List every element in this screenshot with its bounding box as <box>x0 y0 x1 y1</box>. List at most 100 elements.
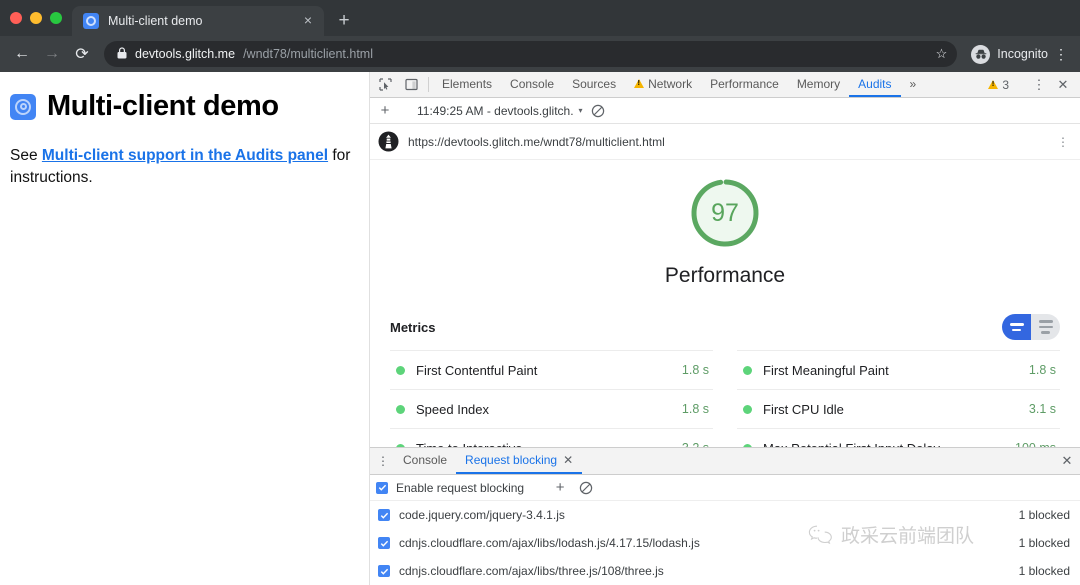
enable-request-blocking-label: Enable request blocking <box>396 481 524 495</box>
audit-report: 97 Performance Metrics <box>370 160 1080 447</box>
report-select-label: 11:49:25 AM - devtools.glitch. <box>417 104 574 118</box>
devtools-tab-performance[interactable]: Performance <box>701 72 788 97</box>
browser-tab[interactable]: Multi-client demo × <box>72 6 324 36</box>
drawer-tab-request-blocking[interactable]: Request blocking ✕ <box>456 448 582 474</box>
metric-value: 3.1 s <box>1029 402 1056 416</box>
metric-row[interactable]: First Contentful Paint 1.8 s <box>390 350 713 389</box>
devtools-tab-bar: Elements Console Sources Network Perform… <box>370 72 1080 98</box>
report-options-button[interactable]: ⋮ <box>1056 136 1070 148</box>
request-blocking-toolbar: Enable request blocking + <box>370 475 1080 501</box>
devtools-tab-elements[interactable]: Elements <box>433 72 501 97</box>
minimize-window-button[interactable] <box>30 12 42 24</box>
page-instructions: See Multi-client support in the Audits p… <box>10 145 353 190</box>
performance-category-label: Performance <box>665 264 785 288</box>
metric-name: First Contentful Paint <box>416 363 537 378</box>
summary-view-icon <box>1010 323 1024 331</box>
inspect-element-icon[interactable] <box>372 72 398 97</box>
enable-request-blocking-checkbox[interactable] <box>376 482 388 494</box>
drawer-close-button[interactable]: ✕ <box>1054 448 1080 474</box>
devtools-logo-icon <box>10 94 36 120</box>
metrics-section: Metrics First Contentful Paint 1.8 s <box>370 314 1080 447</box>
remove-all-patterns-icon[interactable] <box>579 481 593 495</box>
page-heading: Multi-client demo <box>10 90 353 123</box>
list-item[interactable]: cdnjs.cloudflare.com/ajax/libs/three.js/… <box>370 557 1080 585</box>
browser-toolbar: ← → ⟳ devtools.glitch.me/wndt78/multicli… <box>0 36 1080 72</box>
devtools-drawer: ⋮ Console Request blocking ✕ ✕ Enable re… <box>370 447 1080 585</box>
performance-gauge: 97 <box>686 174 764 252</box>
pass-status-icon <box>396 405 405 414</box>
score-gauge-wrap: 97 Performance <box>370 174 1080 288</box>
metric-row[interactable]: First Meaningful Paint 1.8 s <box>737 350 1060 389</box>
metric-name: Speed Index <box>416 402 489 417</box>
pattern-checkbox[interactable] <box>378 509 390 521</box>
devtools-tab-audits[interactable]: Audits <box>849 72 900 97</box>
browser-menu-button[interactable]: ⋮ <box>1050 47 1072 61</box>
metric-row[interactable]: Speed Index 1.8 s <box>390 389 713 428</box>
pass-status-icon <box>743 405 752 414</box>
report-url-row: https://devtools.glitch.me/wndt78/multic… <box>370 124 1080 160</box>
devtools-close-button[interactable]: ✕ <box>1052 77 1074 93</box>
tab-label: Network <box>648 77 692 91</box>
device-toolbar-icon[interactable] <box>398 72 424 97</box>
audits-doc-link[interactable]: Multi-client support in the Audits panel <box>42 147 328 164</box>
metrics-column-right: First Meaningful Paint 1.8 s First CPU I… <box>737 350 1060 447</box>
maximize-window-button[interactable] <box>50 12 62 24</box>
metric-row[interactable]: Time to Interactive 3.2 s <box>390 428 713 447</box>
drawer-tab-close-icon[interactable]: ✕ <box>563 453 573 467</box>
devtools-tab-sources[interactable]: Sources <box>563 72 625 97</box>
metrics-column-left: First Contentful Paint 1.8 s Speed Index… <box>390 350 713 447</box>
summary-view-button[interactable] <box>1002 314 1031 340</box>
detail-view-icon <box>1039 320 1053 334</box>
reload-button[interactable]: ⟳ <box>68 40 96 68</box>
page-title: Multi-client demo <box>47 90 279 123</box>
metric-name: First CPU Idle <box>763 402 844 417</box>
toolbar-divider <box>428 77 429 92</box>
pattern-checkbox[interactable] <box>378 537 390 549</box>
devtools-tab-network[interactable]: Network <box>625 72 701 97</box>
warning-count-badge[interactable]: 3 <box>982 78 1015 92</box>
new-tab-button[interactable]: + <box>330 7 358 35</box>
add-pattern-button[interactable]: + <box>549 479 571 496</box>
address-bar[interactable]: devtools.glitch.me/wndt78/multiclient.ht… <box>104 41 957 67</box>
drawer-menu-button[interactable]: ⋮ <box>372 448 394 474</box>
profile-indicator[interactable]: Incognito <box>965 45 1048 64</box>
blocked-count: 1 blocked <box>1019 508 1070 522</box>
metric-row[interactable]: Max Potential First Input Delay 100 ms <box>737 428 1060 447</box>
drawer-tab-bar: ⋮ Console Request blocking ✕ ✕ <box>370 448 1080 475</box>
back-button[interactable]: ← <box>8 40 36 68</box>
devtools-panel: Elements Console Sources Network Perform… <box>370 72 1080 585</box>
tab-label: Audits <box>858 77 891 91</box>
browser-window: Multi-client demo × + ← → ⟳ devtools.gli… <box>0 0 1080 585</box>
detail-view-button[interactable] <box>1031 314 1060 340</box>
tab-label: Console <box>510 77 554 91</box>
report-select[interactable]: 11:49:25 AM - devtools.glitch. ▾ <box>413 104 587 118</box>
tab-label: Sources <box>572 77 616 91</box>
new-audit-button[interactable]: + <box>374 102 396 119</box>
chevron-down-icon: ▾ <box>579 106 583 115</box>
pass-status-icon <box>743 366 752 375</box>
metric-value: 1.8 s <box>682 402 709 416</box>
forward-button[interactable]: → <box>38 40 66 68</box>
list-item[interactable]: code.jquery.com/jquery-3.4.1.js 1 blocke… <box>370 501 1080 529</box>
metric-name: First Meaningful Paint <box>763 363 889 378</box>
drawer-tab-console[interactable]: Console <box>394 448 456 474</box>
pass-status-icon <box>396 366 405 375</box>
more-tabs-button[interactable]: » <box>901 72 926 97</box>
tab-title: Multi-client demo <box>108 14 291 28</box>
blocked-count: 1 blocked <box>1019 536 1070 550</box>
devtools-main-menu-button[interactable]: ⋮ <box>1028 77 1050 93</box>
pattern-text: cdnjs.cloudflare.com/ajax/libs/lodash.js… <box>399 536 700 550</box>
list-item[interactable]: cdnjs.cloudflare.com/ajax/libs/lodash.js… <box>370 529 1080 557</box>
clear-all-icon[interactable] <box>591 104 605 118</box>
close-window-button[interactable] <box>10 12 22 24</box>
tab-close-icon[interactable]: × <box>300 13 316 29</box>
metrics-view-toggle[interactable] <box>1002 314 1060 340</box>
incognito-icon <box>971 45 990 64</box>
warning-triangle-icon <box>634 79 644 88</box>
bookmark-star-icon[interactable]: ☆ <box>936 46 948 62</box>
devtools-tab-memory[interactable]: Memory <box>788 72 849 97</box>
pattern-checkbox[interactable] <box>378 565 390 577</box>
devtools-tabbar-right: 3 ⋮ ✕ <box>982 72 1078 97</box>
metric-row[interactable]: First CPU Idle 3.1 s <box>737 389 1060 428</box>
devtools-tab-console[interactable]: Console <box>501 72 563 97</box>
